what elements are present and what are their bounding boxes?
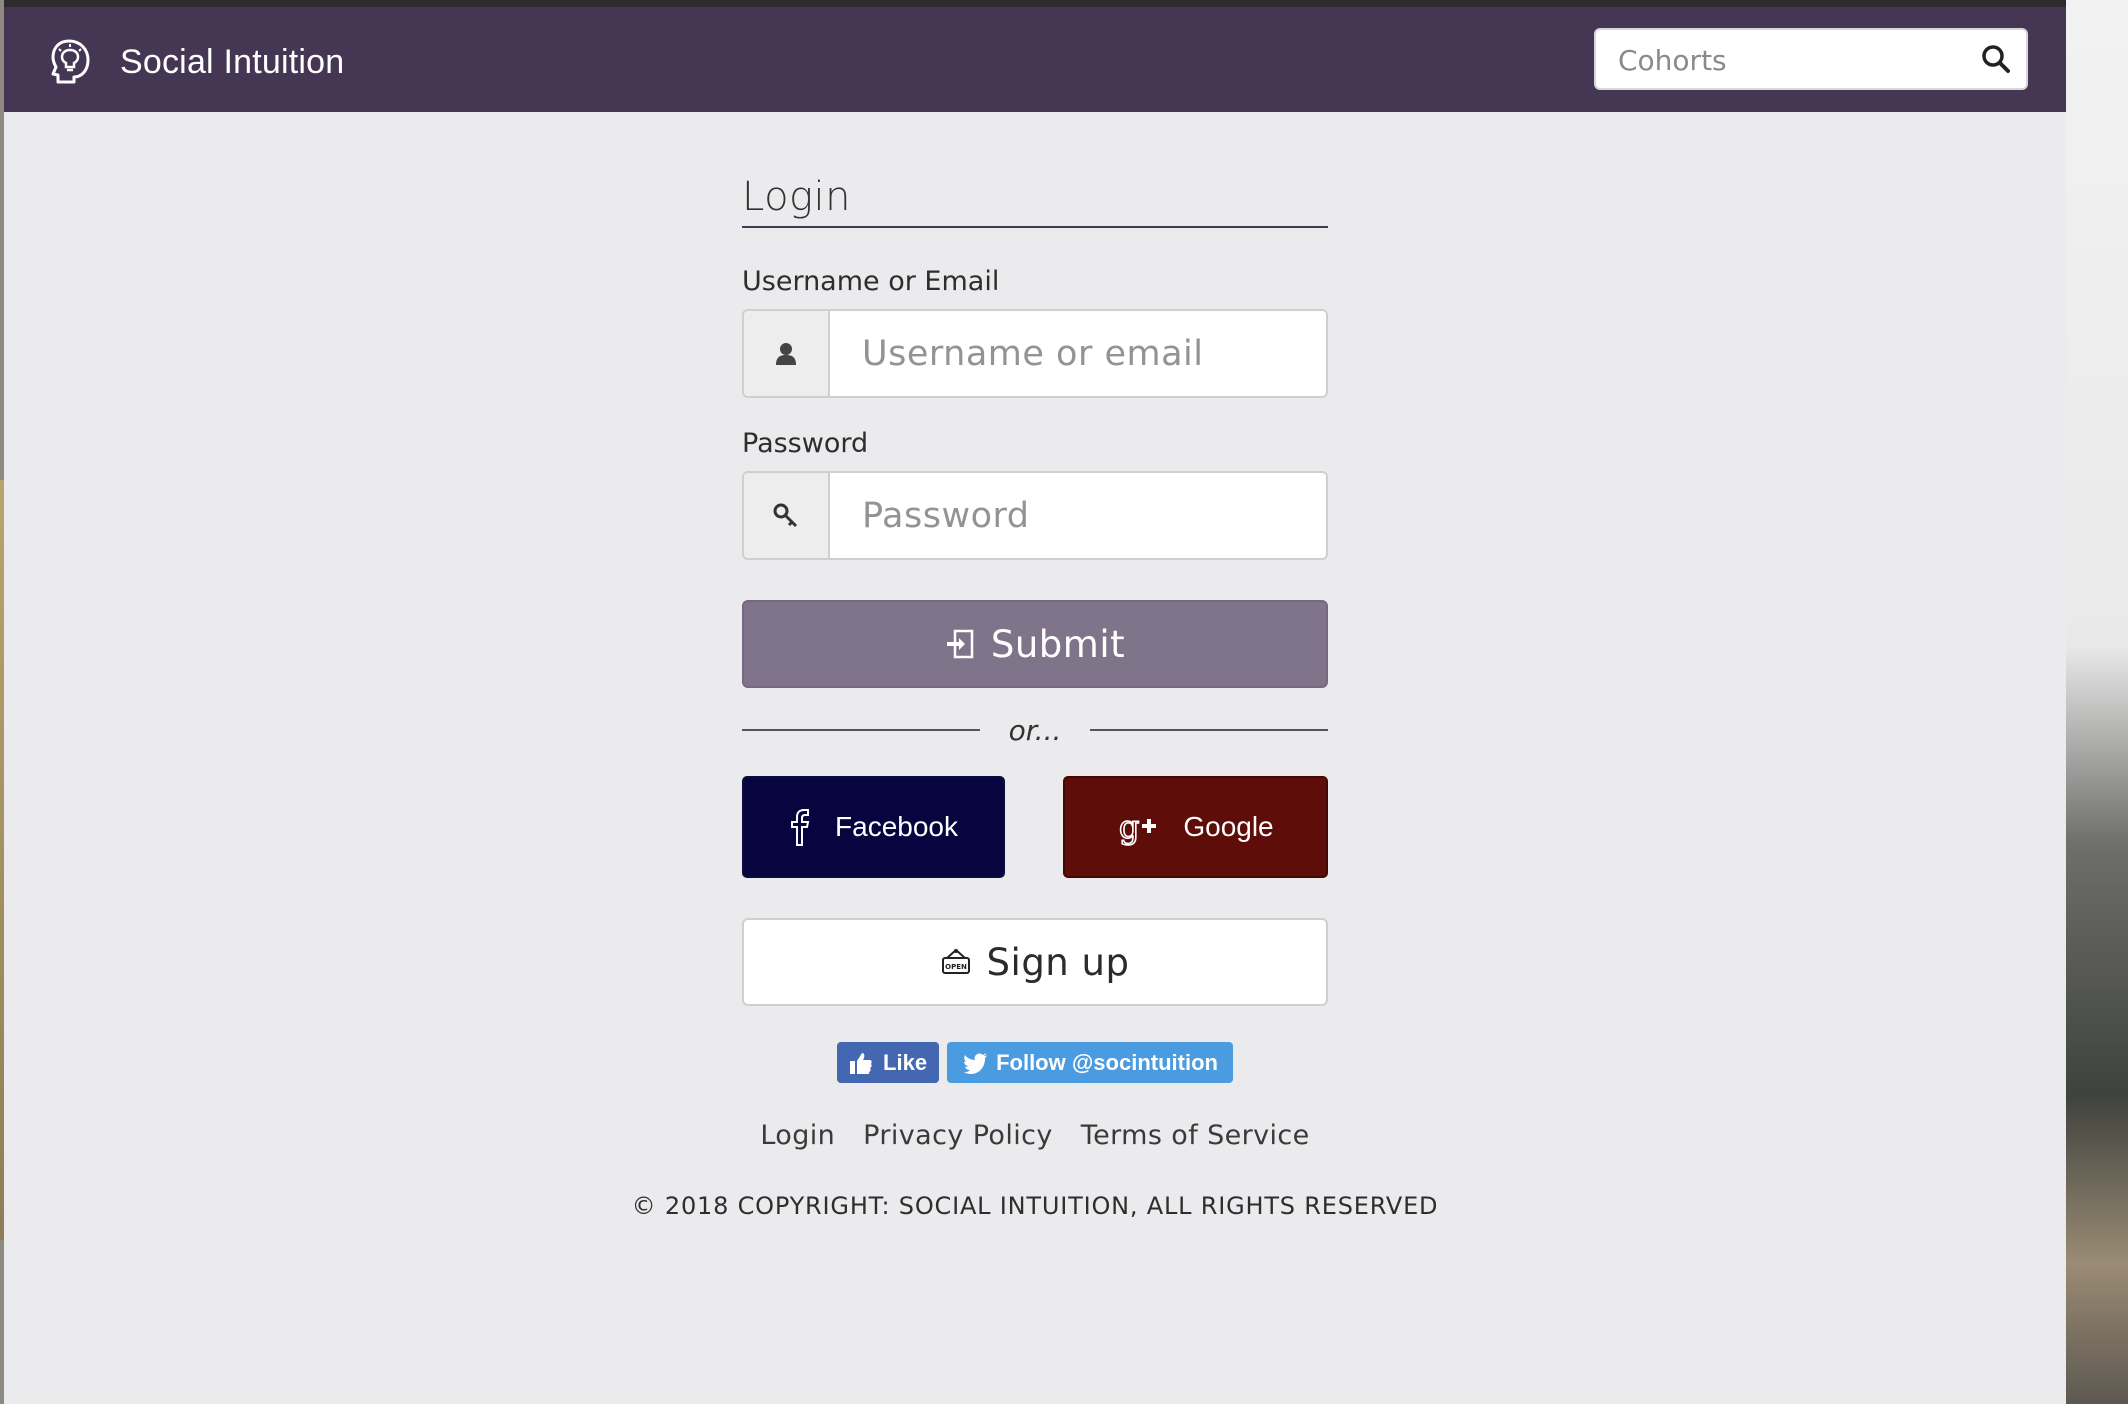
svg-text:OPEN: OPEN: [945, 963, 967, 971]
or-text: or...: [1008, 713, 1062, 747]
browser-page: Social Intuition Login Username or Email…: [4, 0, 2066, 1404]
google-plus-icon: g: [1119, 808, 1157, 846]
signup-label: Sign up: [986, 940, 1130, 984]
or-divider: or...: [742, 710, 1328, 750]
brain-head-icon: [51, 39, 90, 84]
submit-label: Submit: [990, 622, 1126, 666]
password-field[interactable]: [830, 473, 1326, 558]
username-group: [742, 309, 1328, 398]
facebook-like-button[interactable]: Like: [837, 1042, 940, 1083]
search-box: [1594, 28, 2028, 90]
like-label: Like: [883, 1049, 928, 1075]
login-form: Login Username or Email Password: [742, 112, 1328, 1006]
brand-name: Social Intuition: [120, 42, 345, 81]
facebook-icon: [791, 809, 810, 846]
copyright-text: © 2018 COPYRIGHT: SOCIAL INTUITION, ALL …: [631, 1192, 1439, 1220]
google-login-button[interactable]: g Google: [1063, 776, 1328, 878]
user-icon: [776, 342, 796, 365]
facebook-login-button[interactable]: Facebook: [742, 776, 1005, 878]
footer-links: Login Privacy Policy Terms of Service: [4, 1120, 2066, 1151]
thumbs-up-icon: [850, 1052, 872, 1074]
desktop-background: [2060, 0, 2128, 1404]
password-addon: [744, 473, 830, 558]
signup-button[interactable]: OPEN Sign up: [742, 918, 1328, 1006]
search-icon[interactable]: [1980, 43, 2012, 75]
navbar: Social Intuition: [4, 7, 2066, 112]
footer-link-terms[interactable]: Terms of Service: [1081, 1120, 1310, 1151]
username-field[interactable]: [830, 311, 1326, 396]
social-share-row: Like Follow @socintuition: [4, 1042, 2066, 1083]
search-input[interactable]: [1596, 30, 1980, 90]
follow-label: Follow @socintuition: [996, 1049, 1218, 1075]
footer-link-login[interactable]: Login: [760, 1120, 835, 1151]
login-icon: [946, 629, 974, 659]
username-label: Username or Email: [742, 266, 1000, 297]
facebook-label: Facebook: [835, 811, 958, 842]
key-icon: [773, 503, 798, 527]
submit-button[interactable]: Submit: [742, 600, 1328, 688]
password-label: Password: [742, 428, 869, 459]
footer-link-privacy[interactable]: Privacy Policy: [863, 1120, 1053, 1151]
svg-text:g: g: [1119, 808, 1139, 846]
password-group: [742, 471, 1328, 560]
google-label: Google: [1183, 811, 1274, 842]
username-addon: [744, 311, 830, 396]
divider-line-right: [1090, 729, 1328, 731]
divider-line-left: [742, 729, 980, 731]
open-sign-icon: OPEN: [941, 949, 970, 974]
social-login-row: Facebook g Google: [742, 776, 1328, 878]
twitter-follow-button[interactable]: Follow @socintuition: [947, 1042, 1233, 1083]
login-title: Login: [742, 174, 1328, 228]
twitter-bird-icon: [963, 1052, 988, 1074]
brand-link[interactable]: Social Intuition: [48, 37, 344, 87]
